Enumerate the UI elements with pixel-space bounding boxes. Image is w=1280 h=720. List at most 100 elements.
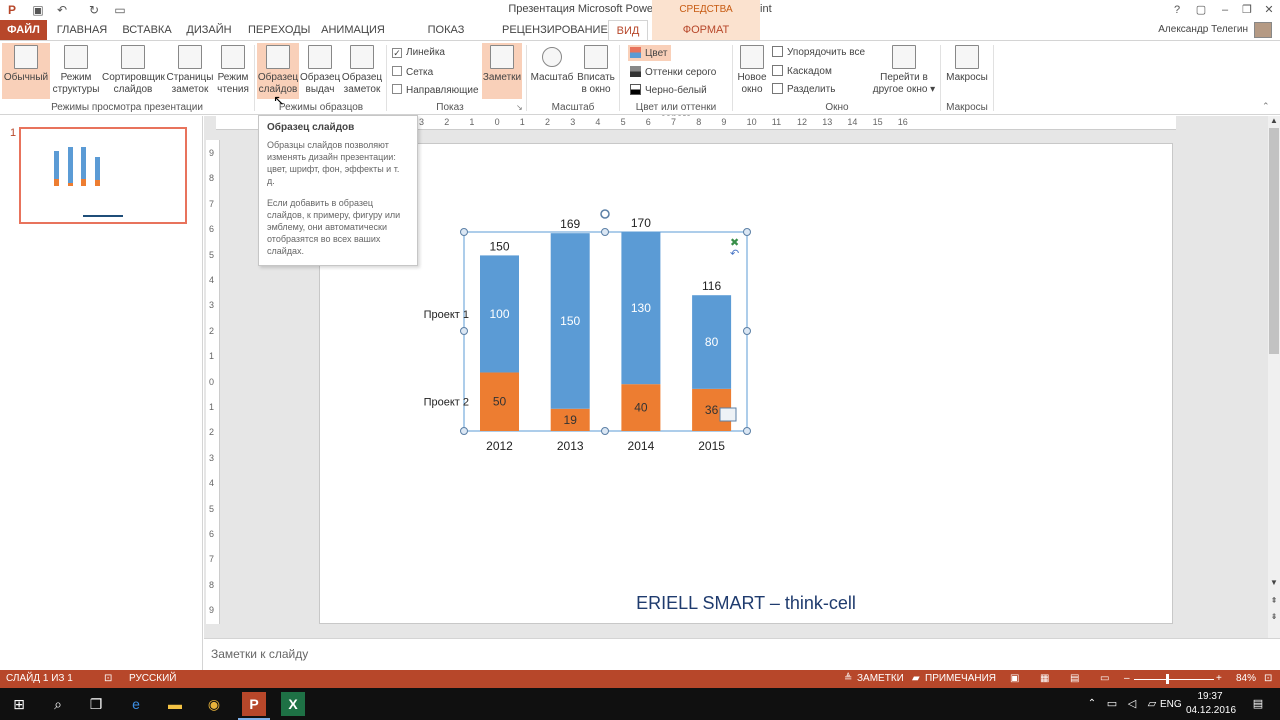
input-language[interactable]: ENG [1160,699,1182,710]
zoom-out-icon[interactable]: – [1124,673,1130,684]
slide-master-button[interactable]: Образец слайдов [257,43,299,99]
outline-view-button[interactable]: Режим структуры [52,43,100,99]
zoom-in-icon[interactable]: + [1216,673,1222,684]
comments-icon[interactable]: ▰ [912,673,920,684]
tab-file[interactable]: ФАЙЛ [0,20,47,40]
help-button[interactable]: ? [1166,2,1188,18]
language-indicator[interactable]: РУССКИЙ [129,673,176,684]
ruler-checkbox[interactable]: ✓ Линейка [392,47,445,58]
slide-sorter-button[interactable]: Сортировщик слайдов [102,43,165,99]
guides-checkbox[interactable]: Направляющие [392,84,479,96]
tab-home[interactable]: ГЛАВНАЯ [54,20,110,40]
reading-view-button[interactable]: Режим чтения [214,43,252,99]
macros-button[interactable]: Макросы [944,43,990,99]
tab-insert[interactable]: ВСТАВКА [120,20,174,40]
thumbnail-preview [54,147,123,217]
zoom-slider-handle[interactable] [1166,674,1169,684]
ruler-tick-label: 7 [671,117,677,127]
powerpoint-taskbar-icon[interactable]: P [242,692,266,716]
windows-start-icon[interactable]: ⊞ [7,692,31,716]
chart-total-label: 169 [560,217,580,231]
slide-footer-text[interactable]: ERIELL SMART – think-cell [320,593,1172,614]
group-label-views: Режимы просмотра презентации [51,102,203,113]
slide-canvas[interactable]: 50 100 150 2012 19 150 169 2013 40 130 170 2014 36 80… [319,143,1173,624]
normal-view-button[interactable]: Обычный [2,43,50,99]
group-separator [732,45,733,111]
chart-data-label: 50 [493,395,507,409]
color-button[interactable]: Цвет [628,45,672,61]
close-button[interactable]: ✕ [1258,2,1280,18]
black-white-button[interactable]: Черно-белый [630,84,707,96]
zoom-button[interactable]: Масштаб [530,43,574,99]
chrome-icon[interactable]: ◉ [202,692,226,716]
next-slide-icon[interactable]: ⇟ [1268,612,1280,624]
dialog-launcher-icon[interactable]: ↘ [516,103,523,112]
status-notes-button[interactable]: ЗАМЕТКИ [857,673,904,684]
scroll-thumb[interactable] [1269,128,1279,354]
fit-to-window-button[interactable]: Вписать в окно [576,43,616,99]
new-window-button[interactable]: Новое окно [736,43,768,99]
cascade-button[interactable]: Каскадом [772,65,832,77]
edge-browser-icon[interactable]: e [124,692,148,716]
ruler-tick-label: 16 [897,117,908,127]
notes-master-button[interactable]: Образец заметок [341,43,383,99]
grayscale-button[interactable]: Оттенки серого [630,66,716,78]
group-label-show: Показ [436,102,464,113]
ruler-tick-label: 14 [847,117,858,127]
group-separator [940,45,941,111]
search-icon[interactable]: ⌕ [46,692,70,716]
tab-design[interactable]: ДИЗАЙН [184,20,234,40]
avatar[interactable] [1254,22,1272,38]
gridlines-checkbox[interactable]: Сетка [392,66,433,78]
clock-date[interactable]: 04.12.2016 [1186,705,1236,716]
clock-time[interactable]: 19:37 [1190,691,1230,702]
resize-handle [601,427,609,435]
ribbon-view: Обычный Режим структуры Сортировщик слай… [0,40,1280,124]
scroll-up-icon[interactable]: ▲ [1268,116,1280,128]
ribbon-options-icon[interactable]: ▢ [1190,2,1212,18]
title-bar: P ▣ ↶ ↻ ▭ Презентация Microsoft PowerPoi… [0,0,1280,35]
zoom-level[interactable]: 84% [1236,673,1256,684]
previous-slide-icon[interactable]: ⇞ [1268,596,1280,608]
slide-thumbnail[interactable] [19,127,187,224]
vertical-scrollbar[interactable]: ▲ ▼ ⇞ ⇟ [1268,116,1280,638]
zoom-slider[interactable] [1134,679,1214,680]
collapse-ribbon-icon[interactable]: ⌃ [1262,101,1270,112]
scroll-down-icon[interactable]: ▼ [1268,578,1280,590]
action-center-icon[interactable]: ▤ [1246,692,1270,716]
spellcheck-icon[interactable]: ⊡ [104,673,112,684]
tab-review[interactable]: РЕЦЕНЗИРОВАНИЕ [502,20,608,40]
tab-transitions[interactable]: ПЕРЕХОДЫ [248,20,310,40]
notes-toggle-button[interactable]: Заметки [482,43,522,99]
split-button[interactable]: Разделить [772,83,835,95]
chart-category-label: 2013 [557,439,584,453]
task-view-icon[interactable]: ❐ [84,692,108,716]
stacked-bar-chart[interactable]: 50 100 150 2012 19 150 169 2013 40 130 170 2014 36 80… [320,144,1174,625]
slideshow-icon[interactable]: ▭ [1100,673,1109,684]
handout-master-button[interactable]: Образец выдач [300,43,340,99]
file-explorer-icon[interactable]: ▬ [163,692,187,716]
tab-animation[interactable]: АНИМАЦИЯ [320,20,386,40]
checkbox-icon [392,66,402,76]
user-name[interactable]: Александр Телегин [1158,24,1248,35]
notes-placeholder[interactable]: Заметки к слайду [211,647,308,661]
normal-view-icon[interactable]: ▣ [1010,673,1019,684]
reading-view-icon[interactable]: ▤ [1070,673,1079,684]
bw-swatch-icon [630,84,641,95]
tab-format[interactable]: ФОРМАТ [652,20,760,40]
notes-page-button[interactable]: Страницы заметок [166,43,214,99]
arrange-all-button[interactable]: Упорядочить все [772,46,865,58]
excel-taskbar-icon[interactable]: X [281,692,305,716]
switch-windows-button[interactable]: Перейти в другое окно ▾ [872,43,936,99]
slide-sorter-icon[interactable]: ▦ [1040,673,1049,684]
minimize-button[interactable]: – [1214,2,1236,18]
tab-view[interactable]: ВИД [608,20,648,41]
notes-pane[interactable]: Заметки к слайду [204,638,1280,670]
tab-slideshow[interactable]: ПОКАЗ СЛАЙДОВ [400,20,492,56]
fit-slide-icon[interactable]: ⊡ [1264,673,1272,684]
notes-icon[interactable]: ≜ [844,673,852,684]
status-comments-button[interactable]: ПРИМЕЧАНИЯ [925,673,996,684]
chart-series-label: Проект 1 [424,309,469,321]
ruler-tick-label: 7 [209,198,215,209]
restore-button[interactable]: ❐ [1236,2,1258,18]
